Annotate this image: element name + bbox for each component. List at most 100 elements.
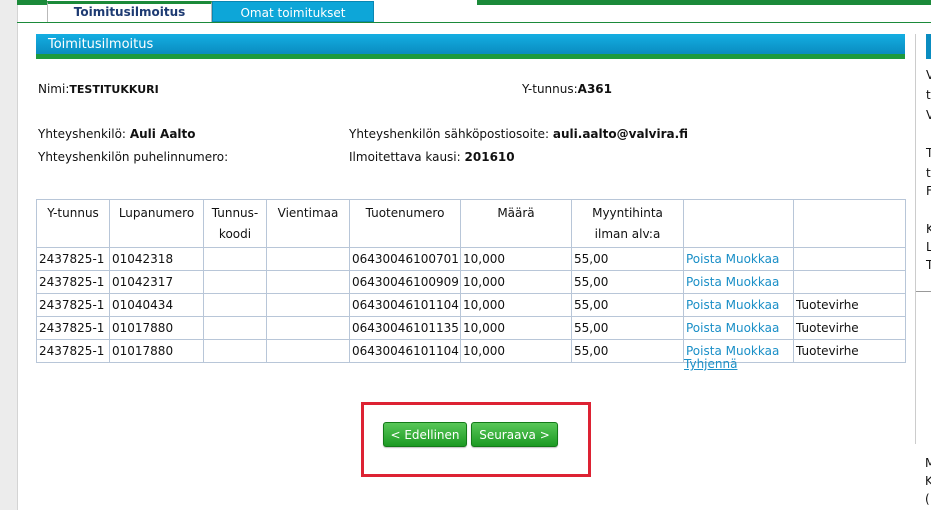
top-accent-right (477, 0, 931, 5)
col-header-lupanumero: Lupanumero (109, 199, 204, 248)
cell-lupanumero: 01042318 (109, 247, 204, 271)
cell-virhe: Tuotevirhe (793, 339, 906, 363)
yhteyshenkilo-label: Yhteyshenkilö: (38, 127, 126, 141)
cell-actions: Poista Muokkaa (683, 270, 794, 294)
right-bottom-text: K (925, 474, 931, 488)
cell-lupanumero: 01017880 (109, 316, 204, 340)
muokkaa-link[interactable]: Muokkaa (726, 344, 780, 358)
col-header-virhe (793, 199, 906, 248)
cell-ytunnus: 2437825-1 (36, 316, 110, 340)
left-gutter (0, 0, 18, 510)
cell-tunnuskoodi (203, 339, 267, 363)
col-header-actions (683, 199, 794, 248)
col-header-vientimaa: Vientimaa (266, 199, 350, 248)
cell-tuotenumero: 06430046101104 (349, 339, 461, 363)
poista-link[interactable]: Poista (686, 275, 722, 289)
cell-maara: 10,000 (460, 247, 572, 271)
kausi-value: 201610 (464, 150, 515, 164)
cell-ytunnus: 2437825-1 (36, 293, 110, 317)
ytunnus-field: Y-tunnus:A361 (522, 82, 612, 96)
muokkaa-link[interactable]: Muokkaa (726, 321, 780, 335)
cell-maara: 10,000 (460, 293, 572, 317)
cell-ytunnus: 2437825-1 (36, 339, 110, 363)
right-panel-text: t (926, 88, 931, 102)
cell-tuotenumero: 06430046101104 (349, 293, 461, 317)
cell-maara: 10,000 (460, 339, 572, 363)
right-bottom-text: M (925, 456, 931, 470)
cell-vientimaa (266, 316, 350, 340)
cell-tunnuskoodi (203, 270, 267, 294)
cell-virhe (793, 270, 906, 294)
tab-toimitusilmoitus[interactable]: Toimitusilmoitus (47, 1, 212, 22)
right-panel-divider (916, 291, 931, 292)
cell-ytunnus: 2437825-1 (36, 270, 110, 294)
table-row: 2437825-1 01017880 06430046101104 10,000… (36, 339, 906, 363)
right-panel-text: V (926, 68, 931, 82)
cell-hinta: 55,00 (571, 339, 684, 363)
cell-hinta: 55,00 (571, 293, 684, 317)
cell-vientimaa (266, 247, 350, 271)
cell-tunnuskoodi (203, 247, 267, 271)
yhteyshenkilo-value: Auli Aalto (129, 127, 196, 141)
cell-lupanumero: 01042317 (109, 270, 204, 294)
poista-link[interactable]: Poista (686, 252, 722, 266)
kausi-field: Ilmoitettava kausi: 201610 (349, 150, 515, 164)
table-row: 2437825-1 01040434 06430046101104 10,000… (36, 293, 906, 317)
cell-vientimaa (266, 339, 350, 363)
email-field: Yhteyshenkilön sähköpostiosoite: auli.aa… (349, 127, 688, 141)
ytunnus-label: Y-tunnus: (522, 82, 578, 96)
previous-button[interactable]: < Edellinen (383, 422, 467, 447)
table-row: 2437825-1 01042318 06430046100701 10,000… (36, 247, 906, 271)
kausi-label: Ilmoitettava kausi: (349, 150, 461, 164)
cell-hinta: 55,00 (571, 270, 684, 294)
cell-tuotenumero: 06430046100909 (349, 270, 461, 294)
muokkaa-link[interactable]: Muokkaa (726, 252, 780, 266)
col-header-tuotenumero: Tuotenumero (349, 199, 461, 248)
nimi-value: TESTITUKKURI (69, 83, 159, 96)
delivery-table: Y-tunnus Lupanumero Tunnus-koodi Vientim… (36, 199, 906, 363)
right-panel-text: t (926, 166, 931, 180)
nimi-field: Nimi:TESTITUKKURI (38, 82, 159, 96)
right-panel-text: L (926, 240, 931, 254)
poista-link[interactable]: Poista (686, 344, 722, 358)
cell-tuotenumero: 06430046101135 (349, 316, 461, 340)
email-value: auli.aalto@valvira.fi (552, 127, 689, 141)
tab-baseline (17, 22, 931, 23)
cell-hinta: 55,00 (571, 316, 684, 340)
col-header-myyntihinta: Myyntihinta ilman alv:a (571, 199, 684, 248)
right-side-panel: V t V T t F K L T (915, 34, 931, 444)
right-panel-text: T (926, 258, 931, 272)
cell-lupanumero: 01040434 (109, 293, 204, 317)
yhteyshenkilo-field: Yhteyshenkilö: Auli Aalto (38, 127, 196, 141)
section-header: Toimitusilmoitus (36, 34, 905, 54)
right-panel-text: F (926, 184, 931, 198)
cell-ytunnus: 2437825-1 (36, 247, 110, 271)
col-header-maara: Määrä (460, 199, 572, 248)
table-header-row: Y-tunnus Lupanumero Tunnus-koodi Vientim… (36, 199, 906, 248)
cell-virhe: Tuotevirhe (793, 316, 906, 340)
tab-omat-toimitukset[interactable]: Omat toimitukset (212, 1, 374, 22)
cell-tunnuskoodi (203, 316, 267, 340)
section-header-rule (36, 54, 905, 59)
right-panel-text: K (926, 222, 931, 236)
right-panel-header-edge (926, 34, 931, 59)
top-accent-left (17, 0, 47, 5)
muokkaa-link[interactable]: Muokkaa (726, 298, 780, 312)
cell-hinta: 55,00 (571, 247, 684, 271)
cell-tunnuskoodi (203, 293, 267, 317)
right-panel-text: T (926, 146, 931, 160)
right-bottom-text: ( (925, 492, 930, 506)
poista-link[interactable]: Poista (686, 298, 722, 312)
ytunnus-value: A361 (577, 82, 613, 96)
tyhjenna-link[interactable]: Tyhjennä (684, 357, 737, 371)
next-button[interactable]: Seuraava > (471, 422, 558, 447)
right-panel-text: V (926, 108, 931, 122)
poista-link[interactable]: Poista (686, 321, 722, 335)
cell-maara: 10,000 (460, 316, 572, 340)
muokkaa-link[interactable]: Muokkaa (726, 275, 780, 289)
cell-actions: Poista Muokkaa (683, 247, 794, 271)
nimi-label: Nimi: (38, 82, 70, 96)
col-header-tunnuskoodi: Tunnus-koodi (203, 199, 267, 248)
cell-tuotenumero: 06430046100701 (349, 247, 461, 271)
cell-vientimaa (266, 270, 350, 294)
